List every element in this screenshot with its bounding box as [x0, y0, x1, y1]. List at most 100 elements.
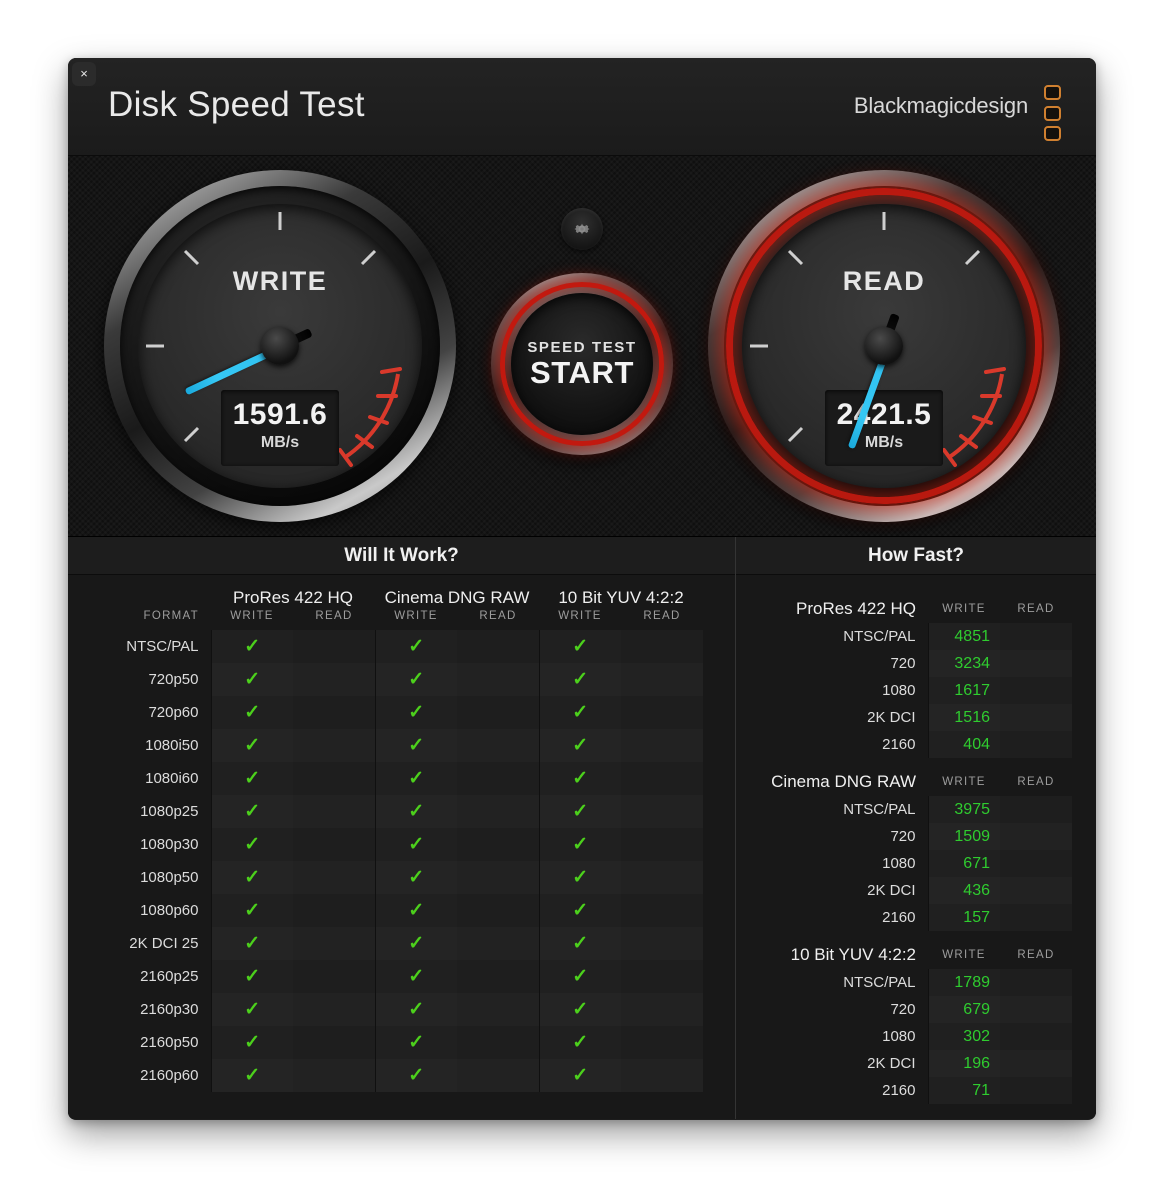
- table-row: 2160 404: [752, 731, 1072, 758]
- sub-header-0-read: READ: [315, 610, 353, 622]
- how-fast-sub-header-read: READ: [1017, 949, 1055, 961]
- check-icon: ✓: [408, 933, 425, 954]
- sub-header-1-read: READ: [479, 610, 517, 622]
- gauge-face: WRITE 1591.6 MB/s: [138, 204, 422, 488]
- write-cell-2: ✓: [538, 795, 621, 828]
- will-it-work-panel: Will It Work? ProRes 422 HQ Cinema DNG RA…: [68, 537, 735, 1119]
- how-fast-table-body: ProRes 422 HQ WRITE READ NTSC/PAL 4851 720 323…: [752, 585, 1072, 1104]
- read-cell-1: [457, 927, 539, 960]
- speed-test-start-button[interactable]: SPEED TEST START: [491, 273, 673, 455]
- read-cell-0: [293, 828, 375, 861]
- close-button[interactable]: ×: [72, 62, 96, 86]
- table-row: 2K DCI 1516: [752, 704, 1072, 731]
- check-icon: ✓: [408, 999, 425, 1020]
- write-cell-0: ✓: [210, 729, 293, 762]
- write-speed-value: 1617: [927, 677, 1000, 704]
- resolution-label: 720: [890, 828, 916, 845]
- check-icon: ✓: [244, 636, 261, 657]
- write-value-box: 1591.6 MB/s: [221, 390, 339, 466]
- check-icon: ✓: [572, 702, 589, 723]
- results-panels: Will It Work? ProRes 422 HQ Cinema DNG RA…: [68, 537, 1096, 1119]
- read-cell-1: [457, 696, 539, 729]
- read-needle-hub: [865, 327, 903, 365]
- check-icon: ✓: [244, 1032, 261, 1053]
- resolution-label: 720: [890, 1001, 916, 1018]
- table-row: 1080 302: [752, 1023, 1072, 1050]
- write-cell-1: ✓: [374, 795, 457, 828]
- table-row: 720p60 ✓ ✓ ✓: [100, 696, 703, 729]
- read-speed-value: [1000, 904, 1072, 931]
- table-row: 1080 1617: [752, 677, 1072, 704]
- write-cell-2: ✓: [538, 960, 621, 993]
- check-icon: ✓: [408, 900, 425, 921]
- write-speed-value: 1516: [927, 704, 1000, 731]
- resolution-label: 2K DCI: [867, 882, 916, 899]
- check-icon: ✓: [244, 900, 261, 921]
- write-cell-2: ✓: [538, 1059, 621, 1092]
- read-speed-value: [1000, 996, 1072, 1023]
- table-row: 720 3234: [752, 650, 1072, 677]
- resolution-label: NTSC/PAL: [843, 801, 916, 818]
- read-cell-0: [293, 663, 375, 696]
- how-fast-table: ProRes 422 HQ WRITE READ NTSC/PAL 4851 720 323…: [752, 585, 1072, 1104]
- format-label: 720p60: [148, 704, 199, 721]
- write-cell-1: ✓: [374, 696, 457, 729]
- check-icon: ✓: [244, 999, 261, 1020]
- table-row: 2160p30 ✓ ✓ ✓: [100, 993, 703, 1026]
- read-cell-0: [293, 1026, 375, 1059]
- write-needle-hub: [261, 327, 299, 365]
- read-cell-2: [621, 1026, 703, 1059]
- check-icon: ✓: [244, 801, 261, 822]
- disk-speed-test-window: × Disk Speed Test Blackmagicdesign WRITE…: [68, 58, 1096, 1120]
- read-cell-0: [293, 861, 375, 894]
- read-cell-2: [621, 927, 703, 960]
- check-icon: ✓: [572, 867, 589, 888]
- read-cell-1: [457, 828, 539, 861]
- read-cell-2: [621, 795, 703, 828]
- write-speed-value: 302: [927, 1023, 1000, 1050]
- read-cell-1: [457, 1059, 539, 1092]
- write-cell-2: ✓: [538, 630, 621, 663]
- format-label: 2160p30: [140, 1001, 199, 1018]
- read-cell-0: [293, 927, 375, 960]
- gauge-face: READ 2421.5 MB/s: [742, 204, 1026, 488]
- table-row: 1080i50 ✓ ✓ ✓: [100, 729, 703, 762]
- settings-button[interactable]: [561, 208, 603, 250]
- table-row: 720 679: [752, 996, 1072, 1023]
- read-speed-value: [1000, 877, 1072, 904]
- table-row: 2160p25 ✓ ✓ ✓: [100, 960, 703, 993]
- check-icon: ✓: [408, 669, 425, 690]
- write-value: 1591.6: [232, 398, 328, 431]
- read-cell-1: [457, 795, 539, 828]
- column-group-header-0: ProRes 422 HQ: [233, 588, 353, 607]
- write-speed-value: 3234: [927, 650, 1000, 677]
- read-speed-value: [1000, 731, 1072, 758]
- format-label: NTSC/PAL: [126, 638, 199, 655]
- check-icon: ✓: [572, 966, 589, 987]
- resolution-label: 1080: [882, 1028, 916, 1045]
- table-row: 2K DCI 25 ✓ ✓ ✓: [100, 927, 703, 960]
- check-icon: ✓: [408, 966, 425, 987]
- how-fast-group-header-row: Cinema DNG RAW WRITE READ: [752, 758, 1072, 796]
- write-cell-0: ✓: [210, 1059, 293, 1092]
- read-value-unit: MB/s: [864, 434, 904, 451]
- blackmagic-logo-icon: [1044, 85, 1068, 141]
- write-cell-2: ✓: [538, 828, 621, 861]
- read-cell-1: [457, 663, 539, 696]
- format-label: 1080i50: [145, 737, 199, 754]
- read-speed-value: [1000, 1023, 1072, 1050]
- resolution-label: 1080: [882, 682, 916, 699]
- format-label: 1080p30: [140, 836, 199, 853]
- read-cell-2: [621, 630, 703, 663]
- how-fast-group-name-0: ProRes 422 HQ: [796, 599, 916, 618]
- how-fast-title: How Fast?: [736, 537, 1096, 575]
- table-row: 720p50 ✓ ✓ ✓: [100, 663, 703, 696]
- format-label: 2160p25: [140, 968, 199, 985]
- format-label: 1080p60: [140, 902, 199, 919]
- table-row: NTSC/PAL 3975: [752, 796, 1072, 823]
- write-cell-1: ✓: [374, 861, 457, 894]
- start-button-face: SPEED TEST START: [511, 293, 653, 435]
- write-cell-2: ✓: [538, 696, 621, 729]
- resolution-label: 720: [890, 655, 916, 672]
- sub-header-0-write: WRITE: [230, 610, 274, 622]
